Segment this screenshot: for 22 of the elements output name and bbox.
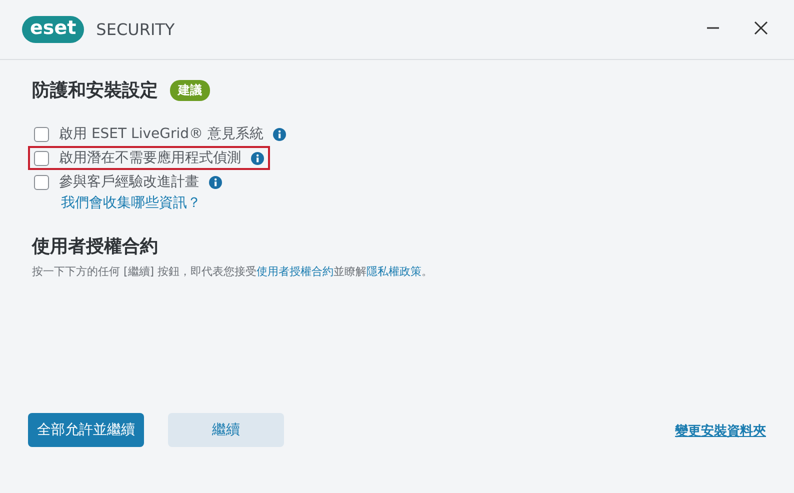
option-label: 啟用潛在不需要應用程式偵測 xyxy=(59,149,241,167)
section-title: 使用者授權合約 xyxy=(32,235,159,258)
section-title: 防護和安裝設定 xyxy=(32,79,158,102)
product-name: SECURITY xyxy=(96,20,175,39)
license-link[interactable]: 使用者授權合約 xyxy=(256,265,334,278)
close-icon xyxy=(754,21,768,35)
option-label: 參與客戶經驗改進計畫 xyxy=(59,173,199,191)
option-checkbox[interactable] xyxy=(34,174,49,190)
info-icon[interactable] xyxy=(251,152,264,164)
license-text: 按一下下方的任何 [繼續] 按鈕，即代表您接受使用者授權合約並瞭解隱私權政策。 xyxy=(32,264,434,279)
eset-logo: eset xyxy=(22,16,84,43)
info-icon[interactable] xyxy=(209,176,222,188)
info-icon[interactable] xyxy=(273,128,286,140)
option-checkbox[interactable] xyxy=(34,150,49,166)
continue-button[interactable]: 繼續 xyxy=(168,413,284,447)
option-label: 啟用 ESET LiveGrid® 意見系統 xyxy=(59,125,264,143)
allow-all-button[interactable]: 全部允許並繼續 xyxy=(28,413,144,447)
license-link[interactable]: 隱私權政策 xyxy=(366,265,422,278)
info-link[interactable]: 我們會收集哪些資訊？ xyxy=(61,194,762,212)
option-checkbox[interactable] xyxy=(34,126,49,142)
change-folder-link[interactable]: 變更安裝資料夾 xyxy=(675,422,766,440)
recommended-badge: 建議 xyxy=(170,80,210,100)
